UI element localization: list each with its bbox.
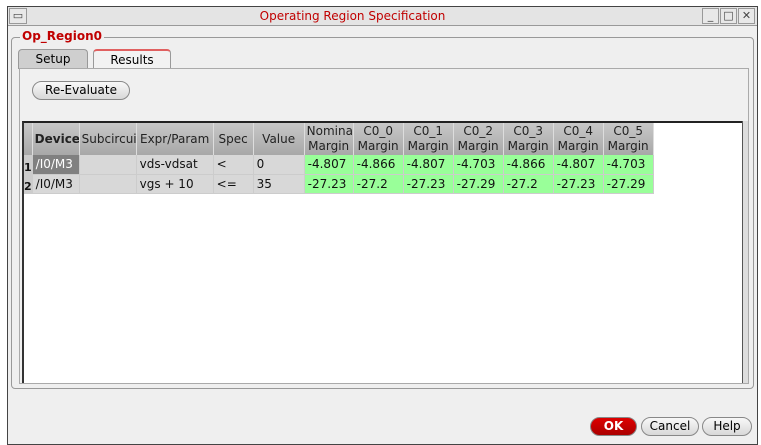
results-panel: Re-Evaluate Device Subcircuit Expr/Param Sp… [19, 68, 749, 384]
table-row[interactable]: 2/I0/M3 vgs + 10 <= 35 -27.23 -27.2 -27.23 -27.… [24, 174, 654, 194]
header-line: Device [34, 131, 80, 146]
header-line: Margin [557, 139, 599, 153]
cancel-button[interactable]: Cancel [641, 417, 699, 436]
table-cell[interactable]: -27.23 [553, 174, 604, 194]
column-header[interactable]: Subcircuit [79, 123, 137, 155]
column-header[interactable]: C0_5 Margin [603, 123, 654, 155]
table-cell[interactable]: -4.703 [603, 155, 654, 175]
table-cell[interactable]: -27.2 [503, 174, 554, 194]
table-cell[interactable]: -27.23 [403, 174, 454, 194]
table-cell[interactable] [79, 155, 137, 175]
table-cell[interactable]: vds-vdsat [136, 155, 214, 175]
window-title: Operating Region Specification [259, 9, 446, 23]
group-label: Op_Region0 [20, 29, 105, 43]
dialog-window: ▭ Operating Region Specification _ □ ✕ O… [7, 6, 758, 445]
header-line: Subcircuit [81, 131, 137, 146]
re-evaluate-button[interactable]: Re-Evaluate [32, 81, 130, 100]
table-cell[interactable] [79, 174, 137, 194]
title-bar: ▭ Operating Region Specification _ □ ✕ [8, 7, 757, 26]
column-header[interactable]: Nominal Margin [304, 123, 354, 155]
header-line: Spec [218, 131, 248, 146]
table-cell[interactable]: -4.807 [304, 155, 354, 175]
header-line: C0_4 [563, 124, 593, 138]
table-cell[interactable]: 35 [253, 174, 305, 194]
corner-header [24, 123, 33, 155]
header-line: Value [262, 131, 296, 146]
table-cell[interactable]: 0 [253, 155, 305, 175]
column-header[interactable]: C0_0 Margin [353, 123, 404, 155]
results-table: Device Subcircuit Expr/Param Spec Value Nomin… [24, 123, 654, 194]
row-number[interactable]: 2 [24, 174, 33, 194]
header-line: Margin [407, 139, 449, 153]
table-cell[interactable]: -4.703 [453, 155, 504, 175]
table-cell[interactable]: -4.866 [353, 155, 404, 175]
column-header[interactable]: Device [32, 123, 80, 155]
table-cell[interactable]: -4.807 [403, 155, 454, 175]
table-cell[interactable]: -27.29 [453, 174, 504, 194]
header-line: Margin [308, 139, 350, 153]
minimize-icon[interactable]: _ [702, 8, 719, 24]
header-line: Margin [607, 139, 649, 153]
table-cell[interactable]: /I0/M3 [32, 174, 80, 194]
column-header[interactable]: Value [253, 123, 305, 155]
table-row[interactable]: 1/I0/M3 vds-vdsat <0 -4.807 -4.866 -4.807 -4.7… [24, 155, 654, 175]
table-cell[interactable]: -4.807 [553, 155, 604, 175]
tab-results[interactable]: Results [93, 49, 171, 69]
table-cell[interactable]: <= [213, 174, 254, 194]
maximize-icon[interactable]: □ [720, 8, 737, 24]
results-table-area: Device Subcircuit Expr/Param Spec Value Nomin… [22, 121, 742, 383]
header-line: C0_1 [413, 124, 443, 138]
table-cell[interactable]: /I0/M3 [32, 155, 80, 175]
column-header[interactable]: C0_3 Margin [503, 123, 554, 155]
tab-setup[interactable]: Setup [18, 49, 88, 69]
column-header[interactable]: C0_2 Margin [453, 123, 504, 155]
header-line: Margin [357, 139, 399, 153]
column-header[interactable]: Expr/Param [136, 123, 214, 155]
table-cell[interactable]: vgs + 10 [136, 174, 214, 194]
header-line: C0_0 [363, 124, 393, 138]
table-cell[interactable]: -27.29 [603, 174, 654, 194]
header-line: C0_3 [513, 124, 543, 138]
header-line: C0_2 [463, 124, 493, 138]
help-button[interactable]: Help [702, 417, 752, 436]
header-line: Margin [457, 139, 499, 153]
row-number[interactable]: 1 [24, 155, 33, 175]
column-header[interactable]: C0_1 Margin [403, 123, 454, 155]
vertical-scrollbar[interactable] [742, 121, 748, 383]
header-line: Nominal [306, 124, 354, 138]
column-header[interactable]: C0_4 Margin [553, 123, 604, 155]
header-line: Margin [507, 139, 549, 153]
table-cell[interactable]: -27.23 [304, 174, 354, 194]
table-cell[interactable]: < [213, 155, 254, 175]
table-cell[interactable]: -27.2 [353, 174, 404, 194]
header-line: C0_5 [613, 124, 643, 138]
column-header[interactable]: Spec [213, 123, 254, 155]
ok-button[interactable]: OK [590, 417, 637, 436]
close-icon[interactable]: ✕ [738, 8, 755, 24]
header-line: Expr/Param [140, 131, 210, 146]
table-cell[interactable]: -4.866 [503, 155, 554, 175]
